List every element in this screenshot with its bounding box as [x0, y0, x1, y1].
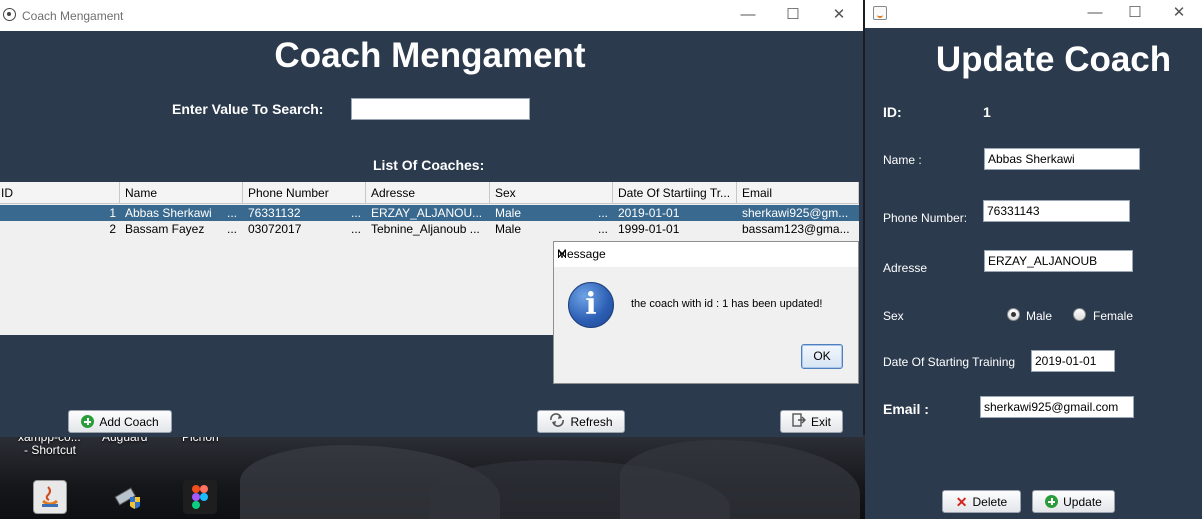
table-row[interactable]: 2 Bassam Fayez ... 03072017 ... Tebnine_…	[0, 221, 859, 237]
cell-name: Abbas Sherkawi	[125, 206, 212, 220]
cell-ellipsis: ...	[598, 206, 609, 220]
close-button[interactable]: ✕	[829, 6, 849, 24]
add-icon	[81, 415, 95, 428]
refresh-icon	[549, 413, 565, 430]
cell-adresse: Tebnine_Aljanoub ...	[371, 222, 480, 236]
female-label: Female	[1093, 309, 1134, 323]
column-header-adresse[interactable]: Adresse	[366, 182, 490, 204]
update-minimize-button[interactable]: —	[1085, 4, 1105, 22]
cell-email: sherkawi925@gm...	[742, 206, 849, 220]
cell-adresse: ERZAY_ALJANOU...	[371, 206, 483, 220]
male-label: Male	[1026, 309, 1053, 323]
id-value: 1	[983, 104, 991, 120]
column-header-email[interactable]: Email	[737, 182, 859, 204]
cell-sex: Male	[495, 206, 522, 220]
sex-label: Sex	[883, 309, 904, 323]
dialog-titlebar: Message ✕	[554, 242, 858, 267]
exit-label: Exit	[810, 414, 831, 429]
cell-ellipsis: ...	[351, 206, 362, 220]
date-field[interactable]	[1031, 350, 1115, 372]
column-header-date[interactable]: Date Of Startiing Tr...	[613, 182, 737, 204]
minimize-button[interactable]: —	[738, 6, 758, 24]
message-dialog: Message ✕ i the coach with id : 1 has be…	[553, 241, 859, 384]
add-icon	[1045, 495, 1059, 508]
java-icon	[873, 6, 887, 20]
email-label: Email :	[883, 401, 929, 417]
column-header-sex[interactable]: Sex	[490, 182, 613, 204]
cell-phone: 03072017	[248, 222, 302, 236]
delete-icon: ✕	[955, 493, 968, 510]
delete-label: Delete	[972, 494, 1008, 509]
cell-ellipsis: ...	[598, 222, 609, 236]
search-input[interactable]	[351, 98, 530, 120]
column-header-name[interactable]: Name	[120, 182, 243, 204]
page-title: Coach Mengament	[274, 36, 586, 75]
update-maximize-button[interactable]: ☐	[1125, 4, 1145, 22]
add-coach-label: Add Coach	[99, 414, 159, 429]
search-label: Enter Value To Search:	[172, 101, 324, 117]
list-heading: List Of Coaches:	[373, 157, 485, 173]
info-icon: i	[568, 282, 614, 328]
window-title: Coach Mengament	[22, 9, 124, 23]
id-label: ID:	[883, 104, 902, 120]
delete-button[interactable]: ✕ Delete	[942, 490, 1021, 513]
cell-email: bassam123@gma...	[742, 222, 850, 236]
usb-shield-shortcut-icon[interactable]	[112, 480, 146, 514]
exit-icon	[792, 413, 806, 430]
phone-label: Phone Number:	[883, 211, 968, 225]
date-label: Date Of Starting Training	[883, 355, 1016, 369]
update-window-titlebar: — ☐ ✕	[865, 0, 1202, 28]
table-header: ID Name Phone Number Adresse Sex Date Of…	[0, 182, 859, 204]
column-header-phone[interactable]: Phone Number	[243, 182, 366, 204]
main-window-titlebar: Coach Mengament — ☐ ✕	[0, 0, 863, 31]
cell-id: 1	[109, 206, 116, 220]
refresh-button[interactable]: Refresh	[537, 410, 625, 433]
exit-button[interactable]: Exit	[780, 410, 843, 433]
column-header-id[interactable]: ID	[0, 182, 120, 204]
name-label: Name :	[883, 153, 922, 167]
refresh-label: Refresh	[570, 414, 613, 429]
dialog-close-button[interactable]: ✕	[557, 247, 852, 261]
update-close-button[interactable]: ✕	[1169, 4, 1189, 22]
cell-ellipsis: ...	[227, 206, 238, 220]
update-label: Update	[1063, 494, 1102, 509]
email-field[interactable]	[980, 396, 1134, 418]
cell-ellipsis: ...	[351, 222, 362, 236]
update-title: Update Coach	[935, 40, 1172, 79]
ok-button[interactable]: OK	[801, 344, 843, 369]
java-shortcut-icon[interactable]	[33, 480, 67, 514]
maximize-button[interactable]: ☐	[783, 6, 803, 24]
table-row[interactable]: 1 Abbas Sherkawi ... 76331132 ... ERZAY_…	[0, 205, 859, 221]
cell-name: Bassam Fayez	[125, 222, 205, 236]
update-coach-window: — ☐ ✕ Update Coach ID: 1 Name : Phone Nu…	[865, 0, 1202, 519]
desktop-background: xampp-co... Auguard Pichon - Shortcut	[0, 435, 865, 519]
cell-sex: Male	[495, 222, 522, 236]
desktop-label-shortcut: - Shortcut	[24, 443, 77, 457]
cell-date: 1999-01-01	[618, 222, 680, 236]
female-radio[interactable]	[1073, 308, 1086, 321]
adresse-label: Adresse	[883, 261, 928, 275]
cell-phone: 76331132	[248, 206, 301, 220]
name-field[interactable]	[984, 148, 1140, 170]
cell-date: 2019-01-01	[618, 206, 680, 220]
update-button[interactable]: Update	[1032, 490, 1115, 513]
app-icon	[3, 8, 16, 21]
adresse-field[interactable]	[984, 250, 1133, 272]
phone-field[interactable]	[983, 200, 1130, 222]
dialog-message: the coach with id : 1 has been updated!	[631, 298, 823, 310]
cell-id: 2	[109, 222, 116, 236]
figma-shortcut-icon[interactable]	[183, 480, 217, 514]
cell-ellipsis: ...	[227, 222, 238, 236]
add-coach-button[interactable]: Add Coach	[68, 410, 172, 433]
male-radio[interactable]	[1007, 308, 1020, 321]
